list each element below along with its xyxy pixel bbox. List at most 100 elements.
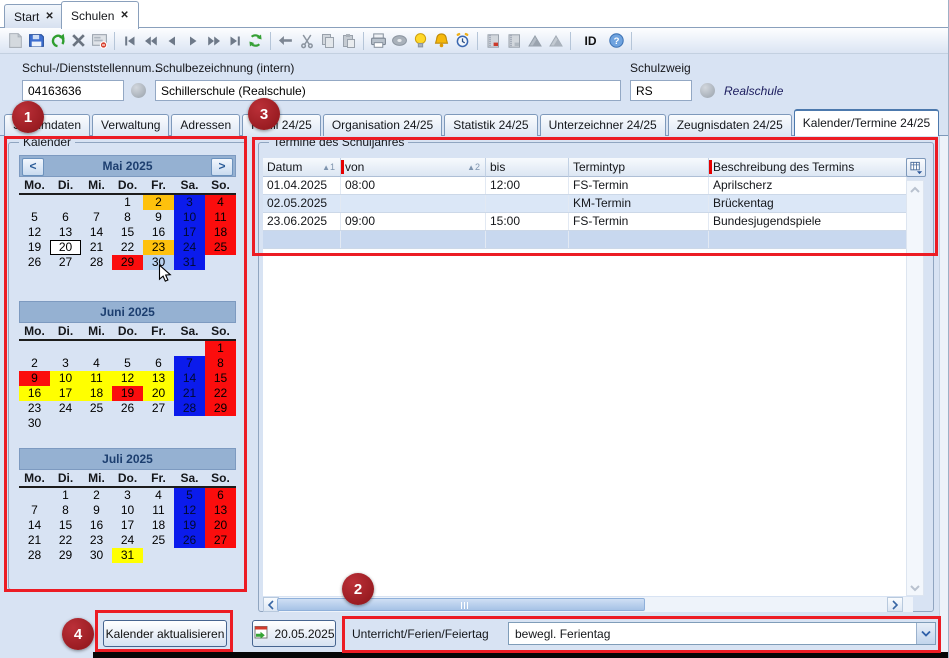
calendar-day[interactable]: 26: [174, 533, 205, 548]
calendar-day[interactable]: 27: [205, 533, 236, 548]
calendar-day[interactable]: 17: [112, 518, 143, 533]
calendar-day[interactable]: 28: [19, 548, 50, 563]
calendar-day[interactable]: 8: [50, 503, 81, 518]
calendar-day[interactable]: 4: [81, 356, 112, 371]
calendar-day[interactable]: 25: [205, 240, 236, 255]
calendar-day[interactable]: 21: [19, 533, 50, 548]
day-type-dropdown[interactable]: bewegl. Ferientag: [508, 622, 936, 645]
calendar-day[interactable]: 1: [112, 195, 143, 210]
calendar-day[interactable]: 2: [81, 488, 112, 503]
calendar-day[interactable]: 10: [174, 210, 205, 225]
scroll-right-icon[interactable]: [887, 597, 903, 612]
column-chooser-button[interactable]: [906, 158, 926, 177]
calendar-day[interactable]: 17: [174, 225, 205, 240]
calendar-day[interactable]: 16: [19, 386, 50, 401]
window-tab-start[interactable]: Start ✕: [4, 4, 64, 28]
nav-last-icon[interactable]: [224, 30, 245, 51]
tab-statistik-24-25[interactable]: Statistik 24/25: [444, 114, 537, 136]
prev-month-button[interactable]: <: [22, 158, 44, 176]
calendar-day[interactable]: 3: [174, 195, 205, 210]
tab-adressen[interactable]: Adressen: [171, 114, 240, 136]
info-icon[interactable]: [131, 83, 146, 98]
calendar-day[interactable]: 30: [143, 255, 174, 270]
calendar-day[interactable]: 9: [19, 371, 50, 386]
calendar-day[interactable]: 11: [81, 371, 112, 386]
calendar-day[interactable]: 3: [112, 488, 143, 503]
calendar-day[interactable]: 12: [19, 225, 50, 240]
calendar-day[interactable]: 30: [81, 548, 112, 563]
calendar-day[interactable]: 29: [112, 255, 143, 270]
calendar-day[interactable]: 31: [174, 255, 205, 270]
calendar-day[interactable]: 20: [143, 386, 174, 401]
calendar-day[interactable]: 10: [50, 371, 81, 386]
calendar-day[interactable]: 10: [112, 503, 143, 518]
back-arrow-icon[interactable]: [275, 30, 296, 51]
school-name-field[interactable]: [155, 80, 621, 101]
hint-bulb-icon[interactable]: [410, 30, 431, 51]
calendar-day[interactable]: 6: [143, 356, 174, 371]
next-month-button[interactable]: >: [211, 158, 233, 176]
calendar-day[interactable]: 4: [143, 488, 174, 503]
calendar-day[interactable]: 18: [205, 225, 236, 240]
scroll-up-icon[interactable]: [909, 184, 921, 194]
calendar-day[interactable]: 5: [174, 488, 205, 503]
calendar-day[interactable]: 13: [50, 225, 81, 240]
calendar-day[interactable]: 16: [81, 518, 112, 533]
calendar-day[interactable]: 1: [205, 341, 236, 356]
calendar-day[interactable]: 22: [205, 386, 236, 401]
table-row[interactable]: 23.06.202509:0015:00FS-TerminBundesjugen…: [263, 213, 907, 231]
delivery-out-icon[interactable]: [524, 30, 545, 51]
calendar-day[interactable]: 15: [112, 225, 143, 240]
calendar-day[interactable]: 6: [205, 488, 236, 503]
tab-organisation-24-25[interactable]: Organisation 24/25: [323, 114, 442, 136]
column-header-beschreibung-des-termins[interactable]: Beschreibung des Termins: [709, 158, 907, 177]
calendar-day[interactable]: 2: [143, 195, 174, 210]
calendar-day[interactable]: 9: [81, 503, 112, 518]
calendar-day[interactable]: 30: [19, 416, 50, 431]
calendar-day[interactable]: 12: [112, 371, 143, 386]
school-number-field[interactable]: [22, 80, 124, 101]
info-icon[interactable]: [700, 83, 715, 98]
nav-fast-next-icon[interactable]: [203, 30, 224, 51]
table-row[interactable]: [263, 231, 907, 249]
calendar-day[interactable]: 7: [19, 503, 50, 518]
calendar-day[interactable]: 12: [174, 503, 205, 518]
calendar-day[interactable]: 22: [50, 533, 81, 548]
nav-first-icon[interactable]: [119, 30, 140, 51]
calendar-day[interactable]: 16: [143, 225, 174, 240]
scrollbar-thumb[interactable]: [277, 598, 645, 611]
close-icon[interactable]: ✕: [120, 10, 128, 21]
save-icon[interactable]: [26, 30, 47, 51]
copy-icon[interactable]: [317, 30, 338, 51]
calendar-day[interactable]: 13: [143, 371, 174, 386]
calendar-day[interactable]: 7: [174, 356, 205, 371]
calendar-day[interactable]: 24: [50, 401, 81, 416]
calendar-day[interactable]: 7: [81, 210, 112, 225]
calendar-day[interactable]: 5: [19, 210, 50, 225]
nav-fast-prev-icon[interactable]: [140, 30, 161, 51]
calendar-day[interactable]: 8: [205, 356, 236, 371]
tab-kalender-termine-24-25[interactable]: Kalender/Termine 24/25: [794, 109, 939, 136]
calendar-day[interactable]: 15: [205, 371, 236, 386]
column-header-datum[interactable]: Datum▲1: [263, 158, 341, 177]
calendar-day[interactable]: 21: [81, 240, 112, 255]
calendar-day[interactable]: 23: [19, 401, 50, 416]
school-branch-field[interactable]: [630, 80, 692, 101]
calendar-day[interactable]: 19: [112, 386, 143, 401]
refresh-icon[interactable]: [245, 30, 266, 51]
calendar-day[interactable]: 29: [205, 401, 236, 416]
calendar-day[interactable]: 14: [19, 518, 50, 533]
calendar-day[interactable]: 11: [143, 503, 174, 518]
table-row[interactable]: 02.05.2025KM-TerminBrückentag: [263, 195, 907, 213]
calendar-day[interactable]: 1: [50, 488, 81, 503]
edit-form-icon[interactable]: [89, 30, 110, 51]
chevron-down-icon[interactable]: [916, 623, 935, 644]
calendar-day[interactable]: 21: [174, 386, 205, 401]
tab-verwaltung[interactable]: Verwaltung: [92, 114, 169, 136]
vertical-scrollbar[interactable]: [906, 180, 924, 596]
column-header-bis[interactable]: bis: [486, 158, 569, 177]
undo-icon[interactable]: [47, 30, 68, 51]
calendar-day[interactable]: 23: [81, 533, 112, 548]
calendar-day[interactable]: 8: [112, 210, 143, 225]
scroll-down-icon[interactable]: [909, 582, 921, 592]
